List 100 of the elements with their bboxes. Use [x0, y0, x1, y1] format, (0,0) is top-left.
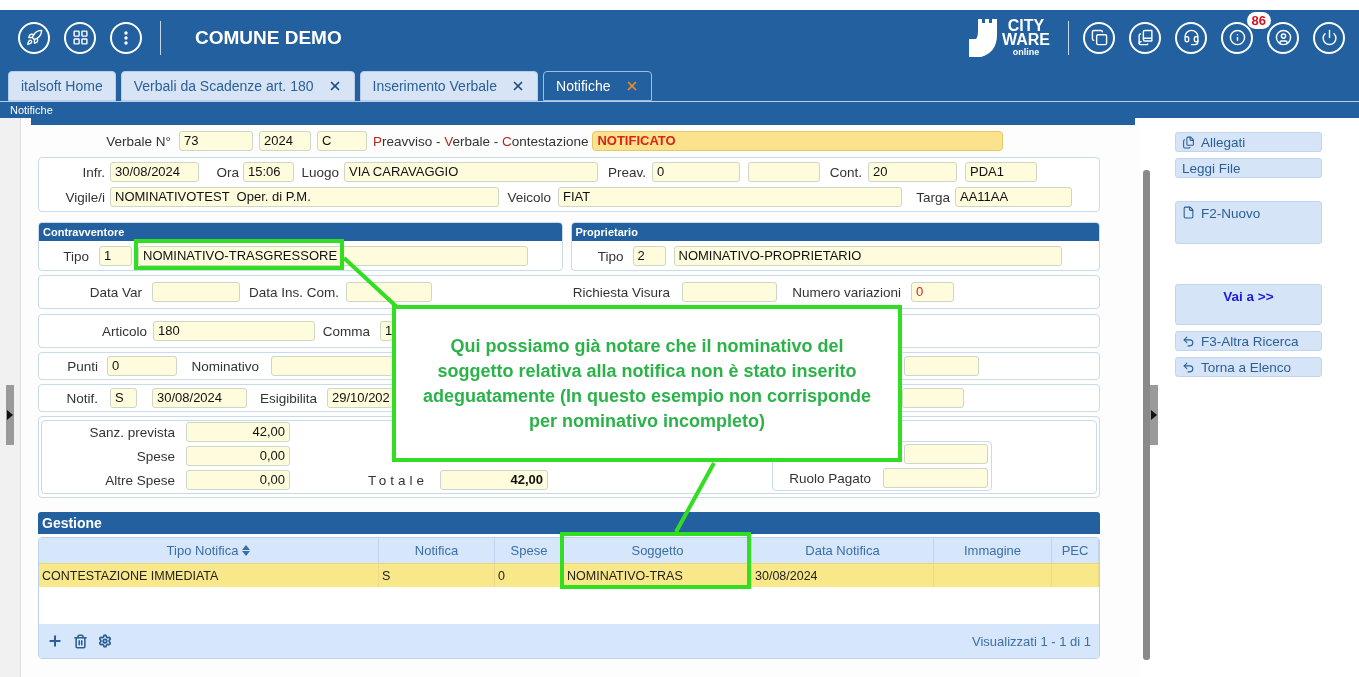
input-field[interactable]: 0 — [911, 282, 954, 302]
field-label: Vigile/i — [64, 189, 105, 205]
field-label: Punti — [66, 358, 98, 374]
field-label: Targa — [915, 189, 950, 205]
input-field[interactable]: 0,00 — [186, 446, 290, 466]
table-cell: 0 — [495, 564, 564, 587]
input-field[interactable]: 30/08/2024 — [152, 388, 247, 408]
field-label: Notif. — [65, 390, 98, 406]
input-field[interactable] — [904, 444, 988, 464]
input-field[interactable]: 1 — [99, 246, 132, 266]
table-cell: 30/08/2024 — [752, 564, 934, 587]
tab[interactable]: Notifiche — [543, 71, 652, 101]
collapse-handle[interactable] — [6, 385, 14, 445]
field-label: Cont. — [828, 164, 862, 180]
input-field[interactable]: 73 — [179, 131, 253, 151]
side-button[interactable]: Allegati — [1175, 132, 1322, 152]
input-field[interactable]: NOMINATIVO-TRASGRESSORE — [138, 246, 528, 266]
side-button[interactable]: Vai a >> — [1175, 284, 1322, 325]
input-field[interactable] — [152, 282, 240, 302]
delete-button[interactable] — [73, 633, 88, 649]
input-field[interactable] — [346, 282, 432, 302]
header-icon-button[interactable] — [1313, 21, 1345, 54]
table-cell: CONTESTAZIONE IMMEDIATA — [39, 564, 379, 587]
notification-badge: 86 — [1246, 11, 1271, 29]
input-field[interactable]: 180 — [153, 321, 315, 341]
input-field[interactable]: S — [110, 388, 137, 408]
file-icon — [1182, 206, 1195, 219]
field-label: Sanz. prevista — [88, 424, 175, 440]
input-field[interactable] — [748, 162, 820, 182]
input-field[interactable]: NOMINATIVOTEST Oper. di P.M. — [110, 187, 499, 207]
info-icon — [1228, 29, 1246, 46]
field-label: Veicolo — [506, 189, 551, 205]
input-field[interactable]: PDA1 — [965, 162, 1037, 182]
input-field[interactable]: 0 — [652, 162, 740, 182]
field-label: Spese — [135, 448, 175, 464]
input-field[interactable]: 42,00 — [440, 470, 548, 490]
field-label: Infr. — [81, 164, 105, 180]
input-field[interactable] — [902, 388, 964, 408]
table-row[interactable]: CONTESTAZIONE IMMEDIATA S 0 NOMINATIVO-TRAS 30/08/2024 — [39, 563, 1099, 587]
input-field[interactable] — [271, 356, 393, 376]
field-label: Luogo — [300, 164, 339, 180]
field-label: Tipo — [596, 248, 624, 264]
side-button[interactable]: Torna a Elenco — [1175, 357, 1322, 377]
input-field[interactable]: VIA CARAVAGGIO — [344, 162, 598, 182]
side-button[interactable]: Leggi File — [1175, 158, 1322, 178]
section-title: Gestione — [42, 515, 102, 531]
input-field[interactable]: AA11AA — [955, 187, 1072, 207]
header-icon-button[interactable] — [18, 21, 50, 54]
header-icon-button[interactable] — [110, 21, 142, 54]
header-icon-button[interactable] — [1129, 21, 1161, 54]
input-field[interactable] — [883, 468, 988, 488]
input-field[interactable]: 29/10/202 — [327, 388, 393, 408]
trash-icon — [73, 633, 88, 649]
input-field[interactable]: 2024 — [259, 131, 311, 151]
input-field[interactable]: 42,00 — [186, 422, 290, 442]
legend-text: Preavviso - Verbale - Contestazione — [373, 133, 589, 149]
input-field[interactable]: 0,00 — [186, 470, 290, 490]
field-label: Verbale N° — [105, 133, 171, 149]
input-field[interactable]: 30/08/2024 — [110, 162, 199, 182]
input-field[interactable]: 15:06 — [243, 162, 294, 182]
header-icon-button[interactable] — [1083, 21, 1115, 54]
side-button[interactable]: F2-Nuovo — [1175, 201, 1322, 244]
side-button[interactable]: F3-Altra Ricerca — [1175, 331, 1322, 351]
windows-icon — [1090, 29, 1108, 46]
settings-button[interactable] — [98, 634, 112, 648]
header-icon-button[interactable] — [1267, 21, 1299, 54]
collapse-handle[interactable] — [1150, 385, 1158, 445]
callout-text: Qui possiamo già notare che il nominativo del soggetto relativa alla notifica non è stato inserito adeguatamente (In questo esempio non corrisponde per nominativo incompleto) — [422, 334, 872, 433]
scrollbar[interactable] — [1143, 170, 1150, 660]
field-label: Data Ins. Com. — [247, 284, 339, 300]
input-field[interactable] — [904, 356, 979, 376]
logo-text: online — [1012, 46, 1040, 57]
panel-header: Contravventore — [39, 223, 562, 241]
tab[interactable]: italsoft Home — [8, 71, 116, 101]
tab[interactable]: Verbali da Scadenze art. 180 — [120, 71, 355, 101]
logo-text: CITY — [1007, 18, 1045, 33]
input-field[interactable] — [682, 282, 777, 302]
tab[interactable]: Inserimento Verbale — [359, 71, 539, 101]
field-label: Nominativo — [190, 358, 259, 374]
plus-icon — [47, 633, 63, 649]
input-field[interactable]: 2 — [632, 246, 666, 266]
add-button[interactable] — [47, 633, 63, 649]
input-field[interactable]: 20 — [868, 162, 957, 182]
panel-header: Proprietario — [571, 223, 1099, 241]
back-arrow-icon — [1182, 360, 1195, 374]
header-icon-button[interactable] — [64, 21, 96, 54]
input-field[interactable]: NOMINATIVO-PROPRIETARIO — [673, 246, 1062, 266]
tower-logo-icon — [968, 18, 998, 57]
input-field[interactable]: C — [317, 131, 367, 151]
logo-text: WARE — [1002, 32, 1050, 47]
status-field: NOTIFICATO — [592, 131, 1004, 151]
input-field[interactable]: FIAT — [558, 187, 902, 207]
table-cell: NOMINATIVO-TRAS — [564, 564, 752, 587]
breadcrumb: Notifiche — [10, 104, 53, 116]
table-cell: S — [379, 564, 495, 587]
header-icon-button[interactable] — [1175, 21, 1207, 54]
field-label: Data Var — [88, 284, 142, 300]
field-label: Ruolo Pagato — [789, 470, 871, 486]
documents-icon — [1182, 135, 1195, 149]
input-field[interactable]: 0 — [107, 356, 177, 376]
